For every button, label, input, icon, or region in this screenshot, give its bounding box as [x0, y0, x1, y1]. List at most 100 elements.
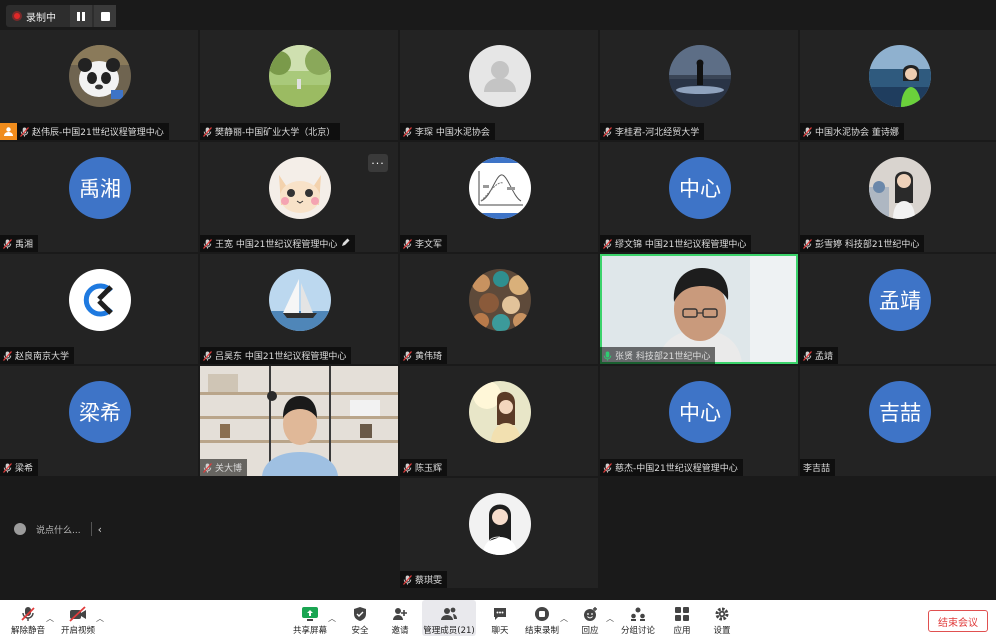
- avatar: 禹湘: [69, 157, 131, 219]
- host-badge-icon: [0, 123, 17, 140]
- mic-muted-icon: [403, 462, 412, 473]
- reactions-options-chevron-icon[interactable]: ︿: [606, 613, 614, 624]
- record-stop-icon: [533, 605, 551, 622]
- participant-name: 关大博: [215, 464, 243, 474]
- participant-tile[interactable]: 黄伟琦: [400, 254, 598, 364]
- rename-pencil-icon[interactable]: [341, 238, 350, 250]
- participants-label: 管理成员(21): [423, 626, 475, 636]
- settings-label: 设置: [713, 626, 731, 636]
- gear-icon: [713, 605, 731, 622]
- participant-tile[interactable]: 樊静丽-中国矿业大学（北京）: [200, 30, 398, 140]
- avatar: [469, 45, 531, 107]
- participant-name: 赵伟辰-中国21世纪议程管理中心: [32, 128, 164, 138]
- participant-name: 缪文锦 中国21世纪议程管理中心: [615, 240, 747, 250]
- participant-tile[interactable]: 李琛 中国水泥协会: [400, 30, 598, 140]
- participant-nametag: 蔡琪雯: [400, 571, 448, 588]
- mic-muted-icon: [3, 350, 12, 361]
- empty-slot: [800, 478, 996, 588]
- participant-name: 张贤 科技部21世纪中心: [615, 352, 711, 362]
- participants-button[interactable]: 管理成员(21): [422, 600, 476, 636]
- avatar: [269, 157, 331, 219]
- mic-muted-icon: [603, 126, 612, 137]
- share-options-chevron-icon[interactable]: ︿: [328, 613, 336, 624]
- participant-tile[interactable]: 禹湘 禹湘: [0, 142, 198, 252]
- participant-tile[interactable]: 李文军: [400, 142, 598, 252]
- participant-tile[interactable]: 赵良南京大学: [0, 254, 198, 364]
- audio-options-chevron-icon[interactable]: ︿: [46, 613, 54, 624]
- mic-muted-icon: [603, 462, 612, 473]
- chat-input-bar[interactable]: 说点什么... ‹: [8, 515, 118, 543]
- settings-button[interactable]: 设置: [698, 600, 746, 636]
- participant-tile[interactable]: 关大博: [200, 366, 398, 476]
- emoji-icon[interactable]: [14, 523, 26, 535]
- participant-nametag: 吕昊东 中国21世纪议程管理中心: [200, 347, 352, 364]
- avatar: [469, 381, 531, 443]
- stop-icon: [100, 11, 110, 21]
- chat-input[interactable]: 说点什么...: [36, 523, 81, 536]
- participant-name: 彭雪婷 科技部21世纪中心: [815, 240, 920, 250]
- mic-muted-icon: [3, 238, 12, 249]
- share-screen-button[interactable]: 共享屏幕: [286, 600, 334, 636]
- start-video-button[interactable]: 开启视频: [54, 600, 102, 636]
- recording-indicator: 录制中: [6, 5, 116, 27]
- participant-name: 孟靖: [815, 352, 834, 362]
- participant-tile[interactable]: 张贤 科技部21世纪中心: [600, 254, 798, 364]
- chat-button[interactable]: 聊天: [476, 600, 524, 636]
- mic-muted-icon: [3, 462, 12, 473]
- participant-name: 李吉喆: [803, 464, 831, 474]
- collapse-chevron-icon[interactable]: ‹: [98, 523, 102, 536]
- participants-icon: [440, 605, 458, 622]
- participant-tile[interactable]: 吉喆 李吉喆: [800, 366, 996, 476]
- invite-label: 邀请: [391, 626, 409, 636]
- participant-nametag: 彭雪婷 科技部21世纪中心: [800, 235, 925, 252]
- participant-tile[interactable]: 梁希 梁希: [0, 366, 198, 476]
- avatar: [469, 269, 531, 331]
- stop-recording-button[interactable]: [94, 5, 116, 27]
- more-options-button[interactable]: ···: [368, 154, 388, 172]
- start-video-label: 开启视频: [60, 626, 95, 636]
- participant-name: 赵良南京大学: [15, 352, 70, 362]
- participant-nametag: 慈杰-中国21世纪议程管理中心: [600, 459, 743, 476]
- participant-nametag: 王宽 中国21世纪议程管理中心: [200, 235, 356, 252]
- end-recording-button[interactable]: 结束录制: [518, 600, 566, 636]
- mic-muted-icon: [203, 126, 212, 137]
- participant-tile[interactable]: 彭雪婷 科技部21世纪中心: [800, 142, 996, 252]
- unmute-button[interactable]: 解除静音: [4, 600, 52, 636]
- end-meeting-button[interactable]: 结束会议: [928, 610, 988, 632]
- participant-tile[interactable]: 蔡琪雯: [400, 478, 598, 588]
- participant-name: 蔡琪雯: [415, 576, 443, 586]
- participant-nametag: 李吉喆: [800, 459, 836, 476]
- participant-tile[interactable]: 陈玉辉: [400, 366, 598, 476]
- participant-tile[interactable]: 吕昊东 中国21世纪议程管理中心: [200, 254, 398, 364]
- video-gallery: 说点什么... ‹ 赵伟辰-中国21世纪议程管理中心 樊静丽-中国矿业大学（北京）…: [0, 30, 996, 590]
- participant-tile[interactable]: 中心 慈杰-中国21世纪议程管理中心: [600, 366, 798, 476]
- participant-tile[interactable]: 中心 缪文锦 中国21世纪议程管理中心: [600, 142, 798, 252]
- video-options-chevron-icon[interactable]: ︿: [96, 613, 104, 624]
- breakout-rooms-button[interactable]: 分组讨论: [614, 600, 662, 636]
- participant-tile[interactable]: 中国水泥协会 董诗娜: [800, 30, 996, 140]
- participant-tile[interactable]: 赵伟辰-中国21世纪议程管理中心: [0, 30, 198, 140]
- avatar: [669, 45, 731, 107]
- breakout-icon: [629, 605, 647, 622]
- participant-tile[interactable]: ··· 王宽 中国21世纪议程管理中心: [200, 142, 398, 252]
- participant-nametag: 李琛 中国水泥协会: [400, 123, 495, 140]
- top-bar: 录制中: [0, 0, 996, 30]
- share-screen-icon: [301, 605, 319, 622]
- pause-recording-button[interactable]: [70, 5, 92, 27]
- shield-icon: [351, 605, 369, 622]
- avatar: 孟靖: [869, 269, 931, 331]
- chat-bubble-icon: [491, 605, 509, 622]
- avatar: 梁希: [69, 381, 131, 443]
- participant-nametag: 李桂君-河北经贸大学: [600, 123, 705, 140]
- meeting-toolbar: 解除静音 ︿ 开启视频 ︿ 共享屏幕 ︿ 安全 邀请 管理成员(21) 聊天 结…: [0, 600, 996, 636]
- mic-muted-icon: [403, 238, 412, 249]
- participant-nametag: 梁希: [0, 459, 39, 476]
- empty-slot: [600, 478, 798, 588]
- participant-tile[interactable]: 孟靖 孟靖: [800, 254, 996, 364]
- mic-muted-icon: [803, 238, 812, 249]
- participant-tile[interactable]: 李桂君-河北经贸大学: [600, 30, 798, 140]
- invite-button[interactable]: 邀请: [376, 600, 424, 636]
- mic-muted-icon: [20, 126, 29, 137]
- muted-mic-icon: [19, 605, 37, 622]
- avatar: [69, 269, 131, 331]
